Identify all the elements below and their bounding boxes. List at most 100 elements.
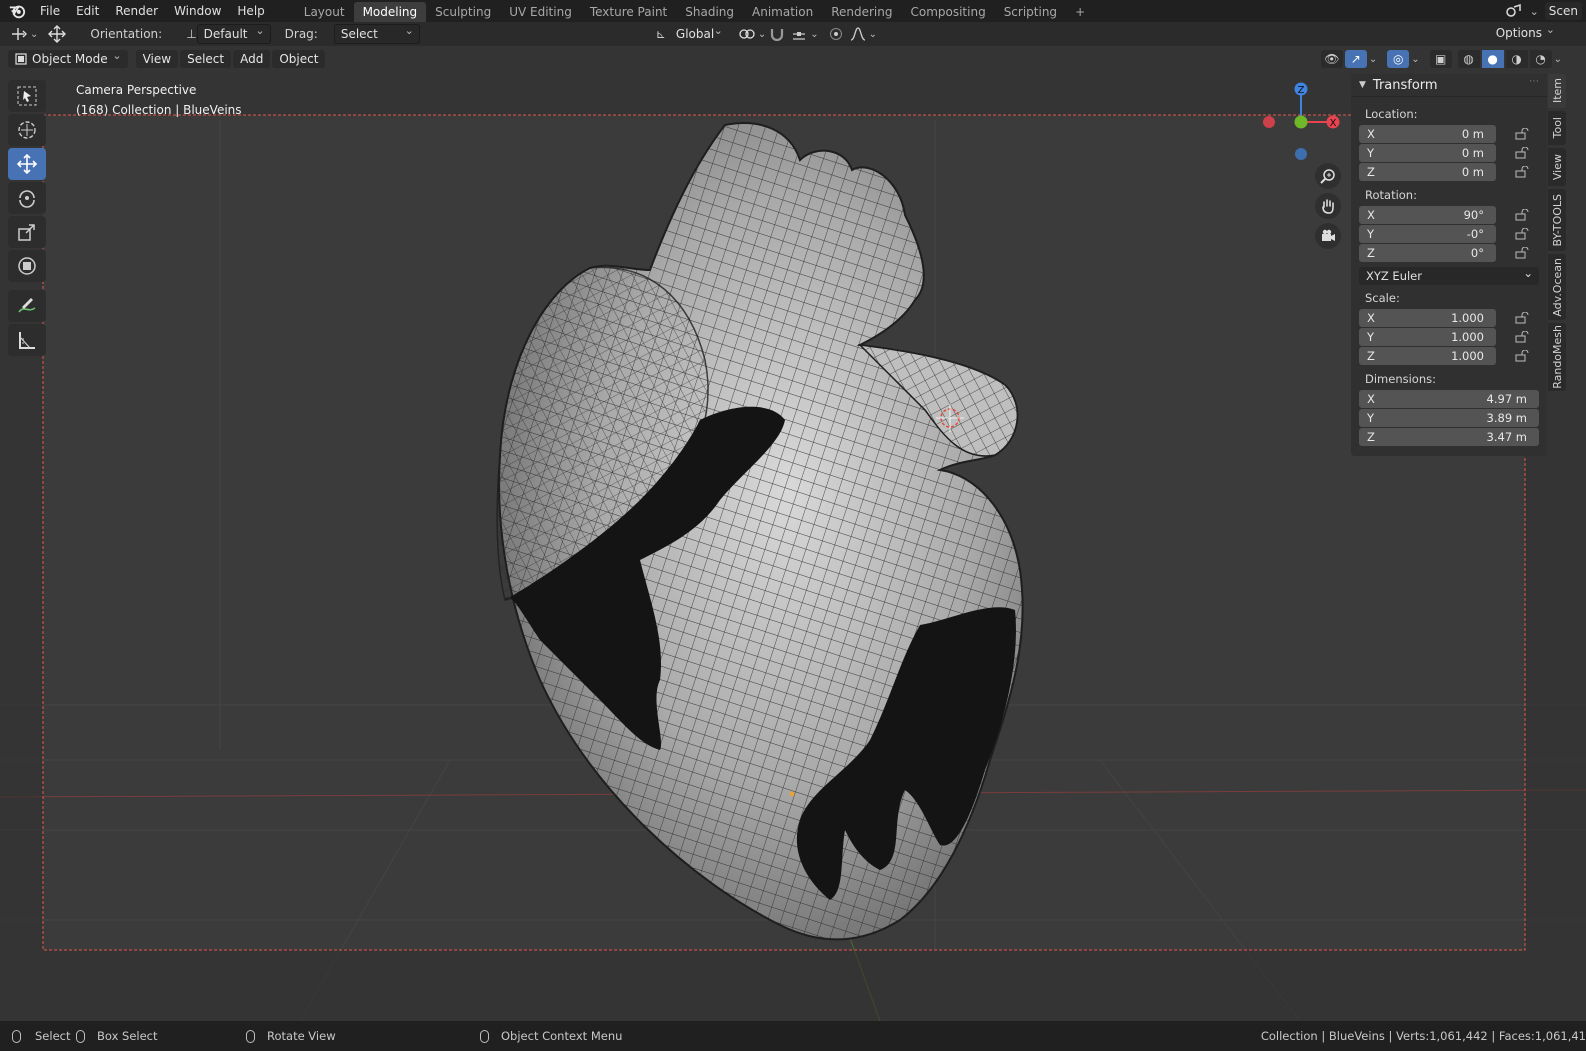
rotation-x-field[interactable]: X 90° (1359, 206, 1496, 224)
transform-orientation-icon: ⊾ (655, 27, 666, 41)
transform-tool[interactable] (8, 250, 46, 282)
lock-icon[interactable] (1515, 128, 1529, 140)
tab-sculpting[interactable]: Sculpting (426, 2, 500, 22)
add-workspace-button[interactable]: + (1066, 2, 1094, 22)
move-tool[interactable] (8, 148, 46, 180)
snap-icon[interactable] (766, 25, 788, 43)
proportional-edit-icon[interactable] (825, 25, 847, 43)
neg-x-axis-handle[interactable] (1263, 116, 1275, 128)
3d-viewport[interactable]: Object Mode ⌄ View Select Add Object 👁 ↗… (0, 46, 1586, 1021)
scene-selector[interactable]: ⌄ Scen (1504, 0, 1586, 22)
transform-panel-header[interactable]: ▼ Transform ⋯ (1351, 74, 1547, 97)
dimensions-y-field[interactable]: Y 3.89 m (1359, 409, 1539, 427)
blender-logo-icon[interactable] (8, 2, 26, 20)
tab-compositing[interactable]: Compositing (901, 2, 994, 22)
measure-tool[interactable] (8, 324, 46, 356)
location-y-field[interactable]: Y 0 m (1359, 144, 1496, 162)
tab-layout[interactable]: Layout (295, 2, 354, 22)
tab-tool[interactable]: Tool (1548, 111, 1566, 145)
tab-label: Tool (1550, 117, 1564, 139)
annotate-icon (18, 298, 36, 313)
tab-view[interactable]: View (1548, 148, 1566, 186)
y-axis-handle[interactable] (1294, 115, 1308, 129)
tab-rendering[interactable]: Rendering (822, 2, 901, 22)
transform-icon (18, 257, 36, 275)
tool-icon[interactable] (8, 25, 30, 43)
sidebar-transform-panel: ▼ Transform ⋯ Location: X 0 m Y 0 m Z 0 m R… (1351, 74, 1547, 456)
mode-dropdown[interactable]: Object Mode ⌄ (8, 49, 128, 68)
rotate-tool[interactable] (8, 182, 46, 214)
menu-file[interactable]: File (32, 0, 68, 22)
scale-tool[interactable] (8, 216, 46, 248)
pivot-point-icon[interactable] (736, 25, 758, 43)
tab-randomesh[interactable]: RandoMesh (1548, 323, 1566, 391)
drag-dropdown[interactable]: Select Box (333, 22, 420, 59)
neg-z-axis-handle[interactable] (1295, 148, 1307, 160)
menu-view[interactable]: View (135, 50, 179, 68)
drag-handle-icon[interactable]: ⋯ (1529, 76, 1539, 87)
location-x-field[interactable]: X 0 m (1359, 125, 1496, 143)
mouse-right-icon (480, 1029, 489, 1043)
lock-icon[interactable] (1515, 166, 1529, 178)
tab-modeling[interactable]: Modeling (353, 1, 427, 22)
solid-shading-icon[interactable]: ● (1481, 50, 1504, 68)
camera-view-button[interactable] (1315, 223, 1341, 249)
overlays-icon[interactable]: ◎ (1387, 50, 1410, 68)
rotation-z-field[interactable]: Z 0° (1359, 244, 1496, 262)
wireframe-shading-icon[interactable]: ◍ (1457, 50, 1480, 68)
gizmo-toggle-icon[interactable]: ↗ (1344, 50, 1367, 68)
orientation-icon: ⊥ (186, 27, 197, 41)
location-z-field[interactable]: Z 0 m (1359, 163, 1496, 181)
scale-x-field[interactable]: X 1.000 (1359, 309, 1496, 327)
menu-object[interactable]: Object (272, 50, 326, 68)
lock-icon[interactable] (1515, 228, 1529, 240)
menu-render[interactable]: Render (107, 0, 166, 22)
move-tool-icon[interactable] (46, 25, 68, 43)
snap-target-icon[interactable] (788, 25, 810, 43)
tab-item[interactable]: Item (1548, 74, 1566, 108)
navigation-gizmo[interactable]: Z X (1258, 80, 1348, 170)
rotation-y-field[interactable]: Y -0° (1359, 225, 1496, 243)
options-dropdown[interactable]: Options (1490, 21, 1560, 42)
scale-z-field[interactable]: Z 1.000 (1359, 347, 1496, 365)
dimensions-z-field[interactable]: Z 3.47 m (1359, 428, 1539, 446)
menu-select[interactable]: Select (180, 50, 232, 68)
object-origin (789, 791, 795, 797)
dimensions-x-field[interactable]: X 4.97 m (1359, 390, 1539, 408)
lock-icon[interactable] (1515, 247, 1529, 259)
zoom-button[interactable] (1315, 163, 1341, 189)
menu-add[interactable]: Add (233, 50, 271, 68)
transform-orientation-dropdown[interactable]: Global (670, 22, 728, 43)
tab-scripting[interactable]: Scripting (995, 2, 1066, 22)
tab-shading[interactable]: Shading (676, 2, 743, 22)
cursor-tool[interactable] (8, 114, 46, 146)
lock-icon[interactable] (1515, 209, 1529, 221)
scene-name: Scen (1544, 2, 1582, 20)
visibility-icon[interactable]: 👁 (1320, 50, 1343, 68)
tab-by-tools[interactable]: BY-TOOLS (1548, 189, 1566, 251)
rotation-mode-dropdown[interactable]: XYZ Euler (1359, 264, 1539, 285)
menu-help[interactable]: Help (229, 0, 272, 22)
scale-y-field[interactable]: Y 1.000 (1359, 328, 1496, 346)
tab-animation[interactable]: Animation (743, 2, 822, 22)
select-box-tool[interactable] (8, 80, 46, 112)
lock-icon[interactable] (1515, 312, 1529, 324)
tab-texture-paint[interactable]: Texture Paint (581, 2, 676, 22)
menu-window[interactable]: Window (166, 0, 229, 22)
tab-adv-ocean[interactable]: Adv.Ocean (1548, 254, 1566, 320)
lock-icon[interactable] (1515, 147, 1529, 159)
annotate-tool[interactable] (8, 290, 46, 322)
lock-icon[interactable] (1515, 350, 1529, 362)
menu-edit[interactable]: Edit (68, 0, 107, 22)
chevron-down-icon: ⌄ (1411, 53, 1420, 65)
axis-label: Y (1367, 330, 1375, 344)
rendered-shading-icon[interactable]: ◔ (1529, 50, 1552, 68)
orientation-dropdown[interactable]: Default (196, 22, 271, 44)
xray-icon[interactable]: ▣ (1429, 50, 1452, 68)
falloff-icon[interactable] (847, 25, 869, 43)
material-shading-icon[interactable]: ◑ (1505, 50, 1528, 68)
tab-uv-editing[interactable]: UV Editing (500, 2, 581, 22)
pan-button[interactable] (1315, 193, 1341, 219)
field-value: 1.000 (1451, 330, 1484, 344)
lock-icon[interactable] (1515, 331, 1529, 343)
